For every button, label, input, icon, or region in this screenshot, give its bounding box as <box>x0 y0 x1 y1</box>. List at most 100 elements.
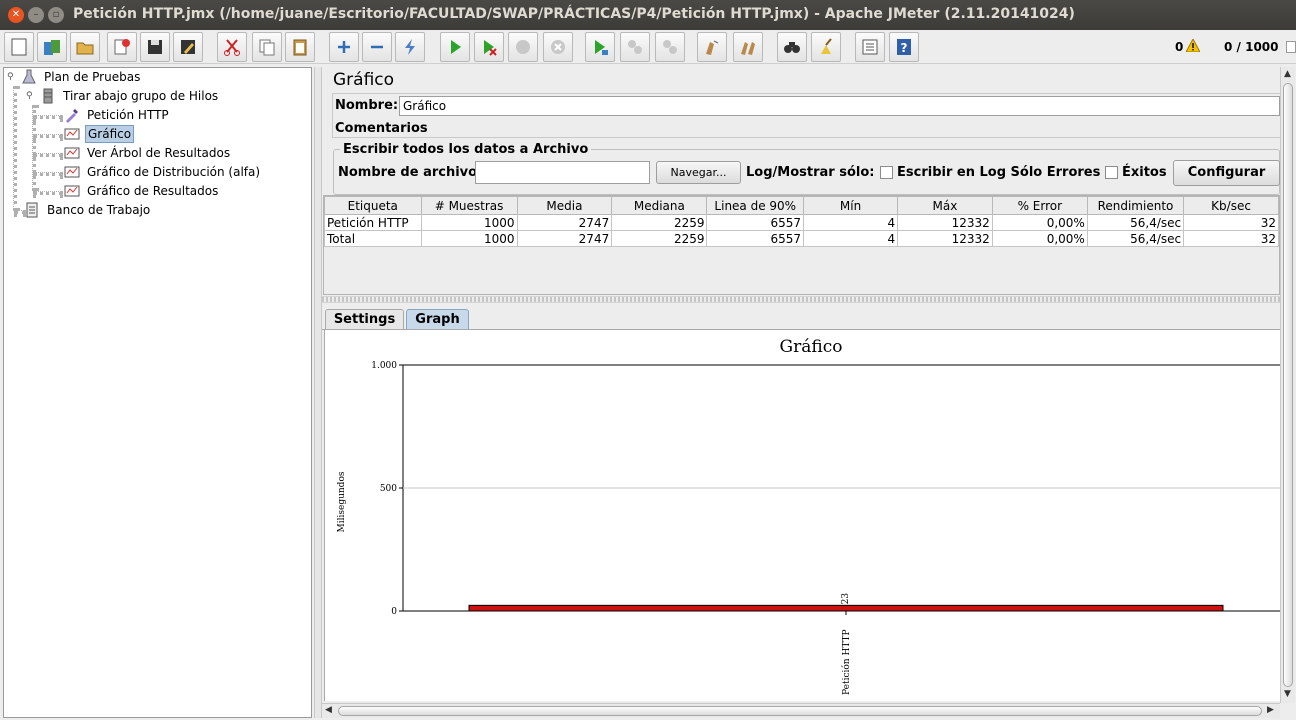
vertical-scrollbar[interactable]: ▲ ▼ <box>1280 67 1295 703</box>
warning-icon[interactable] <box>1186 39 1200 52</box>
table-cell: 2259 <box>611 230 708 247</box>
start-button[interactable] <box>440 32 470 62</box>
tree-item-label: Gráfico de Distribución (alfa) <box>87 165 261 179</box>
scroll-left-arrow-icon[interactable]: ◀ <box>325 705 332 715</box>
copy-icon <box>259 39 275 56</box>
remote-start-button[interactable] <box>585 32 615 62</box>
remote-stop-button[interactable] <box>620 32 650 62</box>
scroll-down-arrow-icon[interactable]: ▼ <box>1284 689 1291 699</box>
horizontal-scroll-thumb[interactable] <box>338 706 1262 716</box>
window-title: Petición HTTP.jmx (/home/juane/Escritori… <box>73 6 1075 22</box>
column-header[interactable]: Kb/sec <box>1183 196 1279 215</box>
help-button[interactable]: ? <box>889 32 919 62</box>
tree-expand-icon[interactable]: ⚲ <box>7 72 21 82</box>
close-file-button[interactable] <box>107 32 137 62</box>
new-button[interactable] <box>4 32 34 62</box>
overflow-indicator <box>1286 41 1296 53</box>
listener-icon <box>64 166 80 178</box>
test-plan-tree: ⚲ Plan de Pruebas ⚲ Tirar abajo grupo de… <box>3 67 312 718</box>
shutdown-button[interactable] <box>543 32 573 62</box>
configure-button[interactable]: Configurar <box>1173 160 1280 186</box>
templates-button[interactable] <box>37 32 67 62</box>
errors-only-checkbox[interactable] <box>880 166 893 179</box>
tab-graph[interactable]: Graph <box>406 309 469 330</box>
collapse-icon <box>371 45 383 49</box>
name-field[interactable] <box>399 96 1280 116</box>
successes-checkbox[interactable] <box>1105 166 1118 179</box>
shutdown-icon <box>551 40 565 54</box>
tree-item-results-tree[interactable]: Ver Árbol de Resultados <box>64 144 232 162</box>
window-title-bar: ✕ – ▫ Petición HTTP.jmx (/home/juane/Esc… <box>0 0 1296 30</box>
toggle-button[interactable] <box>395 32 425 62</box>
window-minimize-button[interactable]: – <box>28 7 44 23</box>
scroll-up-arrow-icon[interactable]: ▲ <box>1284 69 1291 79</box>
successes-label[interactable]: Éxitos <box>1122 165 1167 180</box>
column-header[interactable]: Máx <box>897 196 993 215</box>
column-header[interactable]: Etiqueta <box>324 196 422 215</box>
stop-button[interactable] <box>508 32 538 62</box>
table-cell: 0,00% <box>991 214 1088 231</box>
tree-item-workbench[interactable]: Banco de Trabajo <box>24 201 152 219</box>
table-cell: 56,4/sec <box>1086 214 1185 231</box>
window-close-button[interactable]: ✕ <box>8 7 24 23</box>
browse-button[interactable]: Navegar... <box>656 161 741 184</box>
tree-item-label: Gráfico de Resultados <box>87 184 219 198</box>
tree-item-http-request[interactable]: Petición HTTP <box>64 106 171 124</box>
column-header[interactable]: Linea de 90% <box>706 196 805 215</box>
save-button[interactable] <box>140 32 170 62</box>
column-header[interactable]: Rendimiento <box>1086 196 1185 215</box>
tree-expand-icon[interactable]: ⚲ <box>26 91 40 101</box>
window-maximize-button[interactable]: ▫ <box>48 7 64 23</box>
errors-only-label[interactable]: Escribir en Log Sólo Errores <box>897 165 1100 180</box>
clear-button[interactable] <box>697 32 727 62</box>
save-as-button[interactable] <box>173 32 203 62</box>
split-pane-divider[interactable] <box>314 67 322 718</box>
sampler-pipette-icon <box>66 109 78 123</box>
remote-shutdown-button[interactable] <box>655 32 685 62</box>
cut-icon <box>224 39 240 56</box>
toolbar: ? 0 0 / 1000 <box>0 30 1296 64</box>
vertical-scroll-thumb[interactable] <box>1283 83 1293 687</box>
name-label: Nombre: <box>335 98 399 113</box>
scroll-right-arrow-icon[interactable]: ▶ <box>1267 705 1274 715</box>
copy-button[interactable] <box>252 32 282 62</box>
search-button[interactable] <box>777 32 807 62</box>
horizontal-scrollbar[interactable]: ◀ ▶ <box>322 703 1280 718</box>
paste-button[interactable] <box>285 32 315 62</box>
start-icon <box>451 40 461 54</box>
tree-item-test-plan[interactable]: ⚲ Plan de Pruebas <box>7 68 142 86</box>
reset-search-button[interactable] <box>811 32 841 62</box>
open-button[interactable] <box>70 32 100 62</box>
svg-text:?: ? <box>901 41 908 55</box>
column-header[interactable]: Mín <box>803 196 899 215</box>
function-helper-icon <box>862 39 878 55</box>
templates-icon <box>44 40 60 55</box>
bar-chart: Gráfico Milisegundos 0 500 1.000 23 Petición… <box>337 337 1281 695</box>
table-cell: Petición HTTP <box>324 214 422 231</box>
table-row[interactable]: Total 1000 2747 2259 6557 4 12332 0,00% … <box>324 230 1279 247</box>
function-helper-button[interactable] <box>855 32 885 62</box>
save-icon <box>148 40 162 54</box>
tab-settings[interactable]: Settings <box>325 309 404 329</box>
tree-item-distribution-graph[interactable]: Gráfico de Distribución (alfa) <box>64 163 262 181</box>
table-cell: 6557 <box>706 214 805 231</box>
column-header[interactable]: Media <box>516 196 613 215</box>
cut-button[interactable] <box>217 32 247 62</box>
column-header[interactable]: # Muestras <box>420 196 518 215</box>
remote-start-icon <box>595 40 608 55</box>
column-header[interactable]: Mediana <box>611 196 708 215</box>
comments-label[interactable]: Comentarios <box>335 121 428 136</box>
thread-group-icon <box>43 88 53 104</box>
start-no-pauses-button[interactable] <box>474 32 504 62</box>
table-row[interactable]: Petición HTTP 1000 2747 2259 6557 4 1233… <box>324 214 1279 231</box>
tree-item-thread-group[interactable]: ⚲ Tirar abajo grupo de Hilos <box>26 87 220 105</box>
filename-field[interactable] <box>475 161 650 184</box>
vertical-split-handle[interactable] <box>322 296 1280 303</box>
collapse-all-button[interactable] <box>362 32 392 62</box>
expand-all-button[interactable] <box>329 32 359 62</box>
column-header[interactable]: % Error <box>991 196 1088 215</box>
tree-item-label: Ver Árbol de Resultados <box>87 146 231 160</box>
clear-all-button[interactable] <box>733 32 763 62</box>
tree-item-results-graph[interactable]: Gráfico de Resultados <box>64 182 220 200</box>
tree-item-graph[interactable]: Gráfico <box>64 125 135 143</box>
